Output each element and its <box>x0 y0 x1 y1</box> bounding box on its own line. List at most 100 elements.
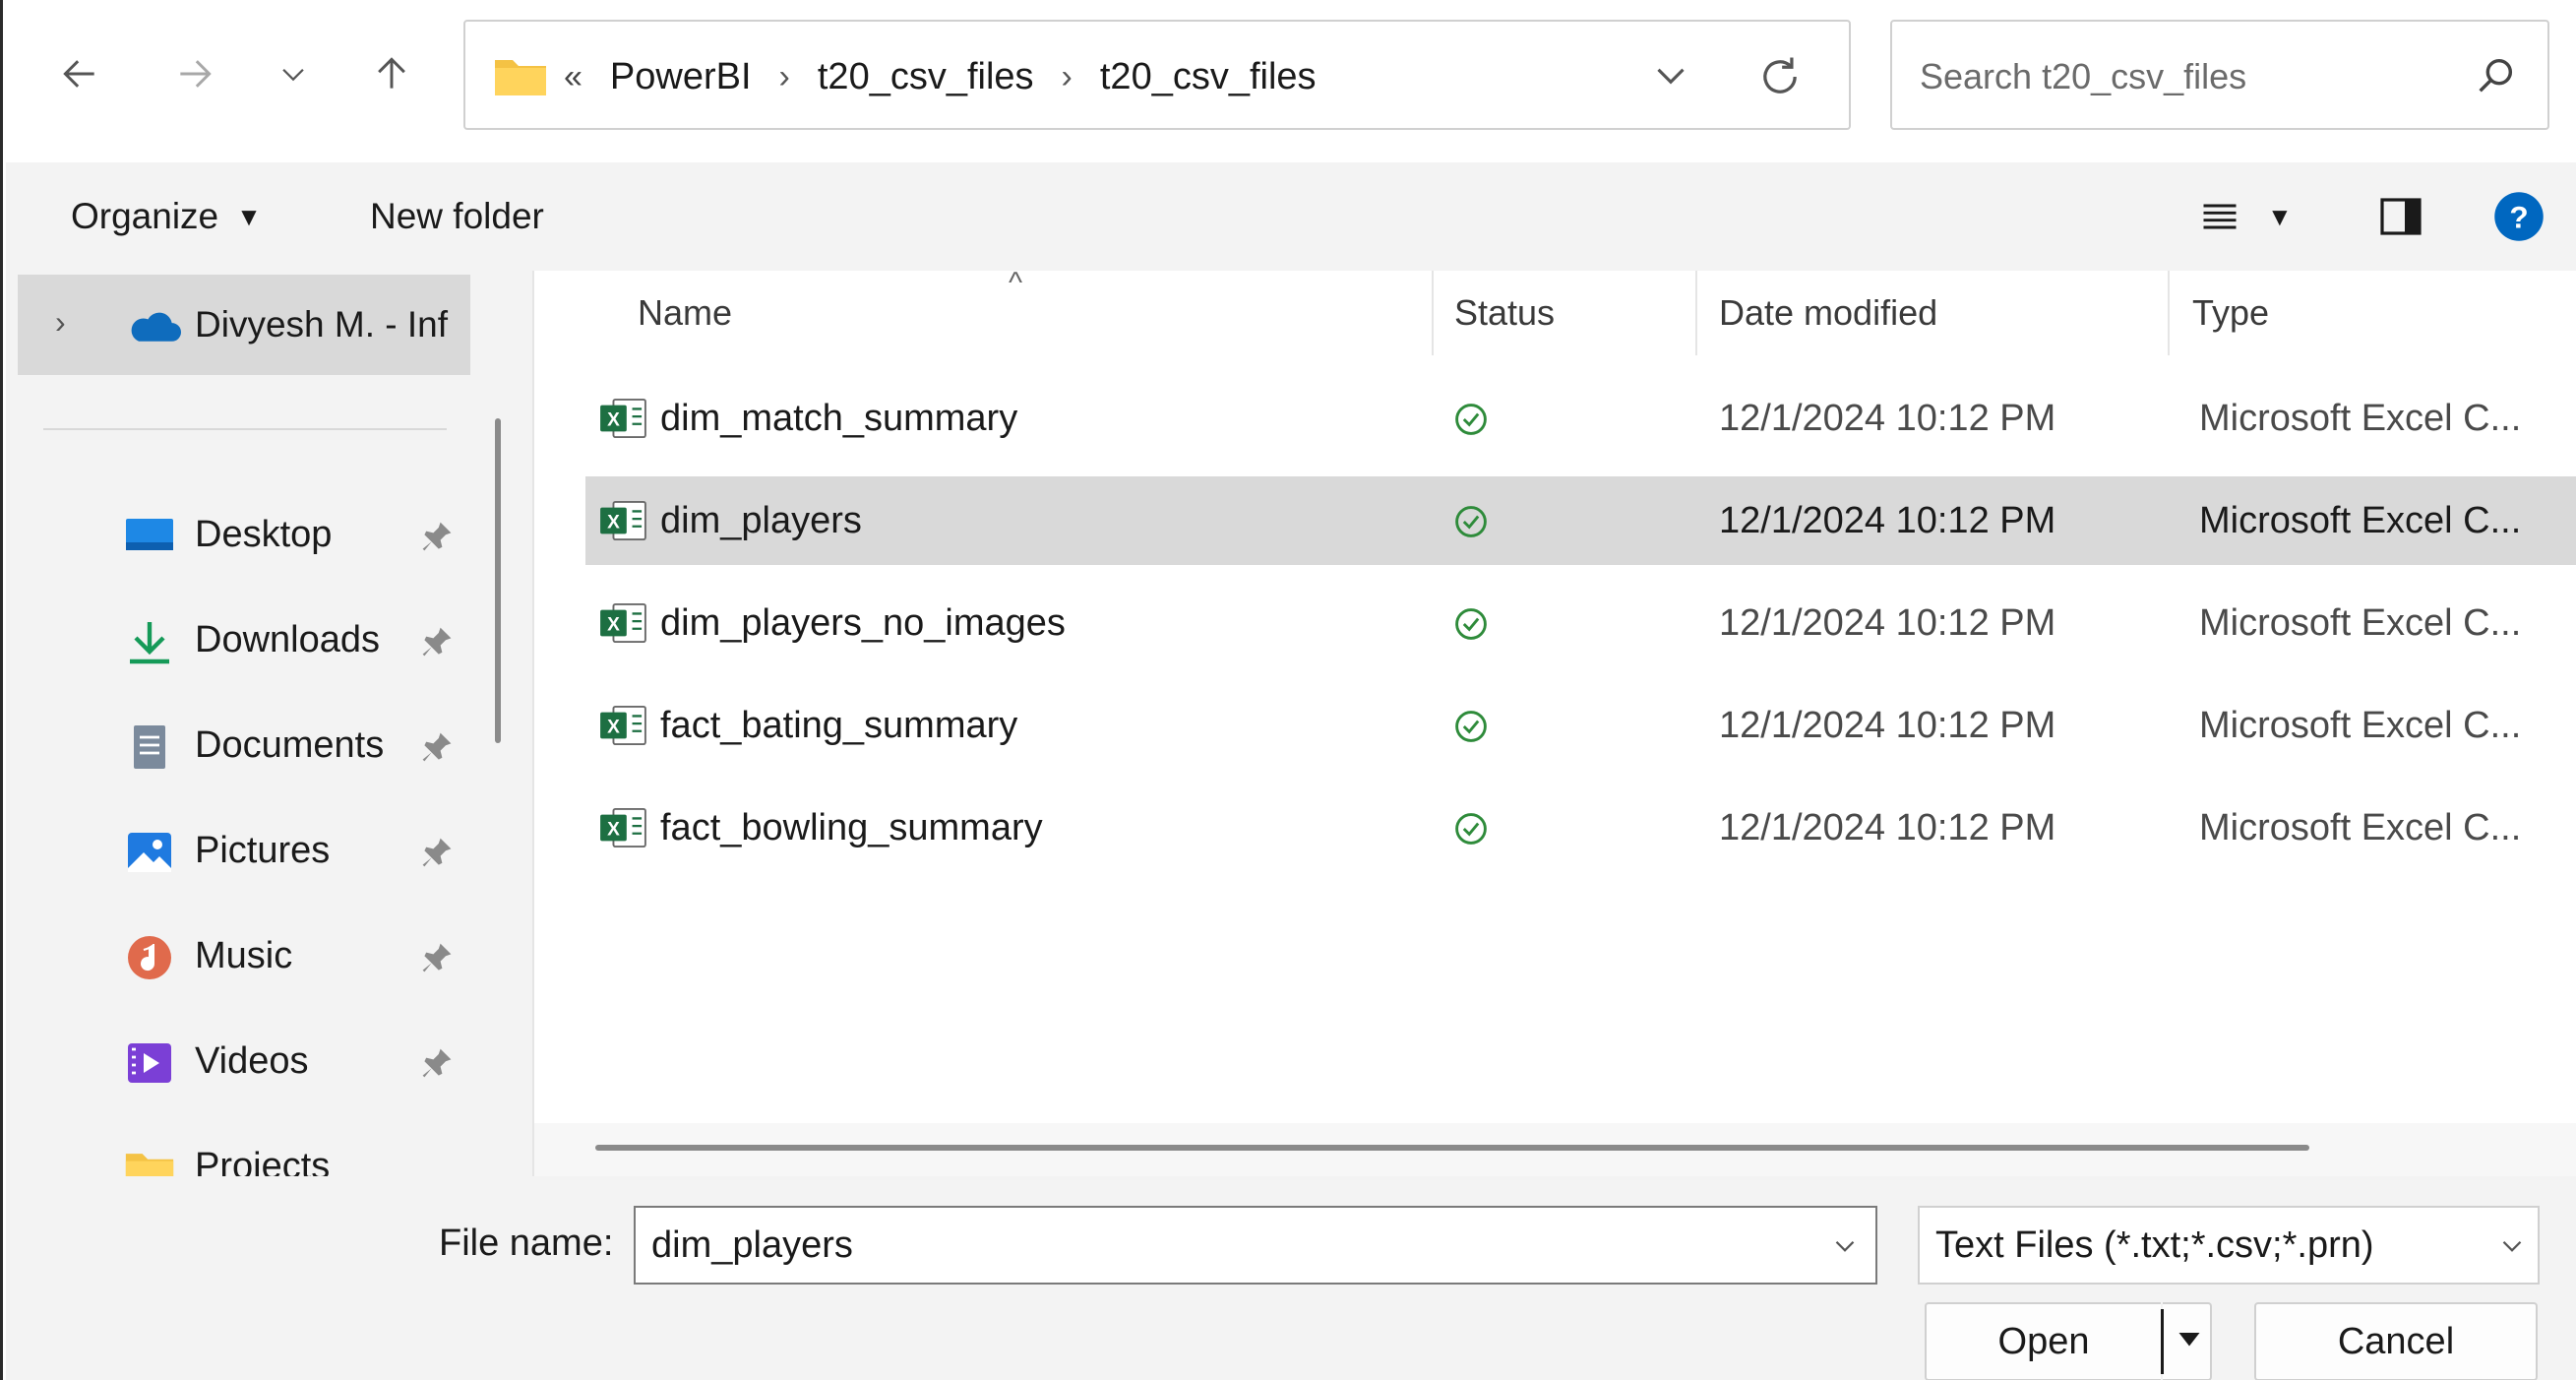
pin-icon[interactable] <box>419 729 455 765</box>
breadcrumb-t20-csv-files-current[interactable]: t20_csv_files <box>1100 56 1317 98</box>
file-date: 12/1/2024 10:12 PM <box>1719 601 2056 644</box>
forward-button[interactable] <box>165 44 224 103</box>
file-date: 12/1/2024 10:12 PM <box>1719 499 2056 541</box>
address-history-chevron-icon[interactable] <box>1646 51 1695 100</box>
file-row-selected[interactable]: X dim_players 12/1/2024 10:12 PM Microso… <box>585 476 2576 565</box>
open-button[interactable]: Open <box>1925 1302 2161 1380</box>
breadcrumb-separator-icon[interactable]: › <box>779 58 790 96</box>
file-name-input[interactable] <box>634 1206 1877 1285</box>
horizontal-scrollbar[interactable] <box>595 1145 2309 1151</box>
breadcrumb: « PowerBI › t20_csv_files › t20_csv_file… <box>564 22 1317 132</box>
column-divider[interactable] <box>1432 271 1434 355</box>
pictures-icon <box>128 833 171 872</box>
column-header-type[interactable]: Type <box>2192 271 2269 355</box>
search-placeholder: Search t20_csv_files <box>1920 56 2247 96</box>
nav-item-music[interactable]: Music <box>124 907 478 1005</box>
new-folder-button[interactable]: New folder <box>370 162 544 271</box>
search-box[interactable]: Search t20_csv_files <box>1890 20 2549 130</box>
nav-divider <box>43 428 447 430</box>
nav-label-music: Music <box>195 934 293 976</box>
new-folder-label: New folder <box>370 196 544 236</box>
excel-csv-file-icon: X <box>600 500 646 541</box>
file-row[interactable]: X dim_players_no_images 12/1/2024 10:12 … <box>585 579 2576 667</box>
file-name-label: File name: <box>439 1222 614 1264</box>
nav-item-projects[interactable]: Projects <box>124 1117 478 1176</box>
pin-icon[interactable] <box>419 940 455 975</box>
svg-text:X: X <box>607 513 620 533</box>
list-view-icon <box>2203 204 2237 229</box>
cancel-button[interactable]: Cancel <box>2254 1302 2538 1380</box>
nav-item-downloads[interactable]: Downloads <box>124 591 478 689</box>
file-type: Microsoft Excel C... <box>2199 806 2522 848</box>
onedrive-label: Divyesh M. - Inf <box>195 304 448 345</box>
up-button[interactable] <box>362 44 421 103</box>
nav-label-pictures: Pictures <box>195 829 331 871</box>
svg-text:X: X <box>607 820 620 841</box>
file-type: Microsoft Excel C... <box>2199 601 2522 644</box>
excel-csv-file-icon: X <box>600 807 646 848</box>
nav-item-onedrive[interactable]: › Divyesh M. - Inf <box>18 275 470 375</box>
preview-pane-button[interactable] <box>2377 190 2424 243</box>
nav-label-downloads: Downloads <box>195 618 380 660</box>
nav-item-documents[interactable]: Documents <box>124 696 478 794</box>
svg-text:X: X <box>607 615 620 636</box>
downloads-icon <box>130 622 169 664</box>
nav-item-videos[interactable]: Videos <box>124 1012 478 1110</box>
file-type: Microsoft Excel C... <box>2199 704 2522 746</box>
file-row[interactable]: X dim_match_summary 12/1/2024 10:12 PM M… <box>585 374 2576 463</box>
navigation-pane: › Divyesh M. - Inf Desktop Downloads Doc… <box>6 271 537 1176</box>
file-type: Microsoft Excel C... <box>2199 499 2522 541</box>
back-button[interactable] <box>50 44 109 103</box>
column-divider[interactable] <box>1695 271 1697 355</box>
caret-down-icon: ▼ <box>2267 201 2293 231</box>
chevron-down-icon[interactable] <box>2495 1229 2529 1263</box>
synced-status-icon <box>1455 813 1487 845</box>
breadcrumb-overflow[interactable]: « <box>564 58 583 96</box>
onedrive-cloud-icon <box>131 312 181 342</box>
file-name: dim_players <box>660 499 862 541</box>
file-date: 12/1/2024 10:12 PM <box>1719 704 2056 746</box>
refresh-icon[interactable] <box>1754 51 1806 102</box>
breadcrumb-powerbi[interactable]: PowerBI <box>610 56 752 98</box>
file-type-select[interactable]: Text Files (*.txt;*.csv;*.prn) <box>1918 1206 2540 1285</box>
synced-status-icon <box>1455 506 1487 537</box>
caret-down-icon: ▼ <box>236 201 262 231</box>
organize-button[interactable]: Organize ▼ <box>71 162 262 271</box>
nav-scrollbar[interactable] <box>495 418 501 743</box>
column-header-name[interactable]: Name <box>638 271 732 355</box>
recent-locations-button[interactable] <box>264 44 323 103</box>
expand-chevron-icon[interactable]: › <box>55 304 66 341</box>
file-row[interactable]: X fact_bating_summary 12/1/2024 10:12 PM… <box>585 681 2576 770</box>
excel-csv-file-icon: X <box>600 398 646 439</box>
music-icon <box>128 936 171 979</box>
address-bar[interactable]: « PowerBI › t20_csv_files › t20_csv_file… <box>463 20 1851 130</box>
file-row[interactable]: X fact_bowling_summary 12/1/2024 10:12 P… <box>585 784 2576 872</box>
breadcrumb-separator-icon[interactable]: › <box>1062 58 1073 96</box>
breadcrumb-t20-csv-files-parent[interactable]: t20_csv_files <box>818 56 1034 98</box>
nav-label-videos: Videos <box>195 1039 309 1082</box>
file-list: ^ Name Status Date modified Type X dim_m… <box>534 271 2576 1176</box>
pin-icon[interactable] <box>419 624 455 659</box>
open-label: Open <box>1997 1320 2090 1362</box>
pin-icon[interactable] <box>419 835 455 870</box>
nav-item-desktop[interactable]: Desktop <box>124 485 478 584</box>
forward-arrow-icon <box>180 60 212 88</box>
folder-icon <box>495 60 546 95</box>
file-open-dialog: « PowerBI › t20_csv_files › t20_csv_file… <box>0 0 2576 1380</box>
sort-ascending-icon: ^ <box>1009 271 1023 299</box>
column-header-date-modified[interactable]: Date modified <box>1719 271 1937 355</box>
synced-status-icon <box>1455 711 1487 742</box>
nav-item-pictures[interactable]: Pictures <box>124 801 478 900</box>
pin-icon[interactable] <box>419 1045 455 1081</box>
column-divider[interactable] <box>2168 271 2170 355</box>
search-icon[interactable] <box>2473 53 2518 98</box>
chevron-down-icon[interactable] <box>1828 1229 1862 1263</box>
column-header-status[interactable]: Status <box>1454 271 1555 355</box>
pin-icon[interactable] <box>419 519 455 554</box>
nav-label-desktop: Desktop <box>195 513 333 555</box>
folder-icon <box>125 1154 174 1176</box>
nav-label-projects: Projects <box>195 1145 331 1177</box>
help-button[interactable]: ? <box>2492 190 2545 243</box>
change-view-button[interactable]: ▼ <box>2198 190 2293 243</box>
cancel-label: Cancel <box>2337 1320 2455 1362</box>
